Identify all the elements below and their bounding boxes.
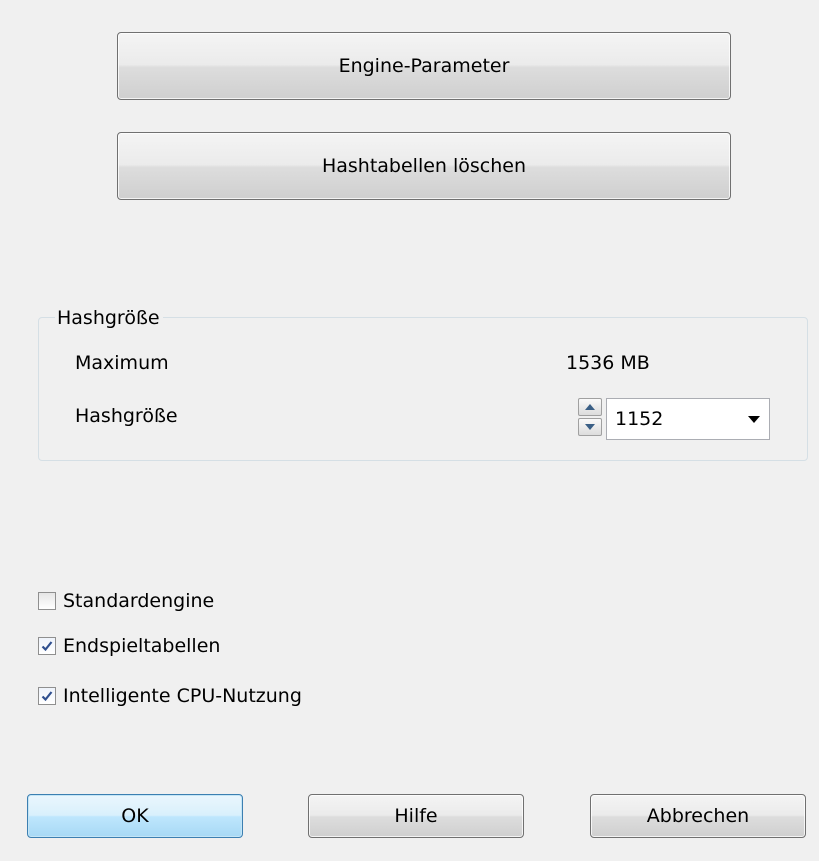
hash-size-combobox[interactable]: 1152 — [606, 398, 770, 440]
help-button[interactable]: Hilfe — [308, 794, 524, 838]
smart-cpu-usage-checkbox[interactable] — [38, 687, 56, 705]
smart-cpu-usage-label: Intelligente CPU-Nutzung — [63, 685, 302, 707]
hash-size-value: 1152 — [615, 408, 664, 430]
spin-down-arrow-icon[interactable] — [578, 418, 602, 436]
ok-button[interactable]: OK — [27, 794, 243, 838]
endgame-tables-label: Endspieltabellen — [63, 635, 221, 657]
chevron-down-icon[interactable] — [739, 415, 769, 423]
checkmark-icon — [41, 691, 53, 702]
checkmark-icon — [41, 641, 53, 652]
maximum-label: Maximum — [75, 352, 169, 374]
endgame-tables-checkbox[interactable] — [38, 637, 56, 655]
smart-cpu-usage-checkbox-row[interactable]: Intelligente CPU-Nutzung — [38, 683, 302, 709]
hash-size-group-title: Hashgröße — [55, 306, 163, 330]
hash-size-label: Hashgröße — [75, 405, 178, 427]
spin-up-arrow-icon[interactable] — [578, 398, 602, 416]
engine-parameters-button[interactable]: Engine-Parameter — [117, 32, 731, 100]
hash-size-spinner[interactable] — [578, 398, 604, 438]
endgame-tables-checkbox-row[interactable]: Endspieltabellen — [38, 633, 220, 659]
cancel-button[interactable]: Abbrechen — [590, 794, 806, 838]
standard-engine-checkbox-row[interactable]: Standardengine — [38, 588, 214, 614]
standard-engine-checkbox[interactable] — [38, 592, 56, 610]
maximum-value: 1536 MB — [566, 352, 650, 374]
standard-engine-label: Standardengine — [63, 590, 215, 612]
clear-hash-tables-button[interactable]: Hashtabellen löschen — [117, 132, 731, 200]
